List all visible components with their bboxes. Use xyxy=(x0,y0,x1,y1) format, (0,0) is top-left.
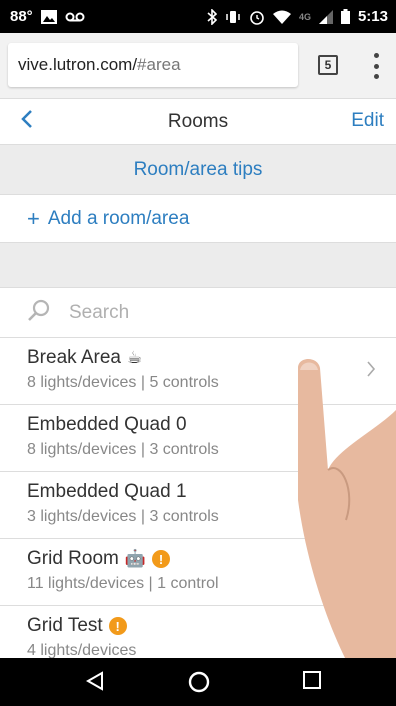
room-list: Break Area ☕ 8 lights/devices | 5 contro… xyxy=(0,338,396,673)
network-type-text: 4G xyxy=(298,11,311,22)
list-item[interactable]: Embedded Quad 0 8 lights/devices | 3 con… xyxy=(0,405,396,472)
status-bar: 88° 4G 5:13 xyxy=(0,0,396,33)
search-icon xyxy=(27,298,51,327)
url-bar[interactable]: vive.lutron.com/#area xyxy=(8,43,298,87)
coffee-icon: ☕ xyxy=(127,348,143,367)
room-name: Embedded Quad 1 xyxy=(27,481,187,502)
room-detail: 3 lights/devices | 3 controls xyxy=(27,508,219,525)
back-triangle-icon xyxy=(85,671,103,691)
vibrate-icon xyxy=(225,9,241,25)
tab-switcher-button[interactable]: 5 xyxy=(318,55,338,75)
recents-square-icon xyxy=(303,671,321,689)
add-room-button[interactable]: + Add a room/area xyxy=(0,195,396,243)
page-title: Rooms xyxy=(167,111,229,132)
browser-toolbar: vive.lutron.com/#area 5 xyxy=(0,33,396,99)
system-nav-bar xyxy=(0,658,396,706)
battery-icon xyxy=(340,9,350,24)
page-header: Rooms Edit xyxy=(0,99,396,145)
overflow-menu-icon[interactable] xyxy=(366,53,386,79)
home-circle-icon xyxy=(188,671,210,693)
room-detail: 8 lights/devices | 5 controls xyxy=(27,374,219,391)
recents-nav-button[interactable] xyxy=(302,670,322,690)
robot-icon: 🤖 xyxy=(124,549,147,568)
room-detail: 11 lights/devices | 1 control xyxy=(27,575,219,592)
home-nav-button[interactable] xyxy=(187,670,211,694)
image-notification-icon xyxy=(40,9,57,24)
section-divider xyxy=(0,243,396,288)
room-detail: 8 lights/devices | 3 controls xyxy=(27,441,219,458)
temperature-text: 88° xyxy=(10,8,33,25)
warning-icon: ! xyxy=(152,550,171,568)
wifi-icon xyxy=(272,10,291,24)
plus-icon: + xyxy=(27,205,40,231)
signal-icon xyxy=(318,9,333,24)
voicemail-icon xyxy=(65,12,85,22)
back-nav-button[interactable] xyxy=(84,670,106,692)
bluetooth-icon xyxy=(207,8,217,25)
room-name: Grid Test xyxy=(27,615,103,636)
url-hash: #area xyxy=(137,55,181,74)
room-name: Embedded Quad 0 xyxy=(27,414,187,435)
room-name: Grid Room xyxy=(27,548,119,569)
search-bar xyxy=(0,288,396,338)
add-room-label: Add a room/area xyxy=(47,207,190,229)
list-item[interactable]: Break Area ☕ 8 lights/devices | 5 contro… xyxy=(0,338,396,405)
edit-button[interactable]: Edit xyxy=(351,110,384,132)
list-item[interactable]: Grid Room 🤖 ! 11 lights/devices | 1 cont… xyxy=(0,539,396,606)
url-host: vive.lutron.com/ xyxy=(18,55,138,74)
chevron-right-icon xyxy=(366,360,376,384)
alarm-icon xyxy=(249,9,265,25)
room-name: Break Area xyxy=(27,347,121,368)
warning-icon: ! xyxy=(108,617,127,635)
search-input[interactable] xyxy=(69,301,369,324)
room-tips-link[interactable]: Room/area tips xyxy=(0,145,396,195)
list-item[interactable]: Embedded Quad 1 3 lights/devices | 3 con… xyxy=(0,472,396,539)
clock-text: 5:13 xyxy=(357,8,388,25)
